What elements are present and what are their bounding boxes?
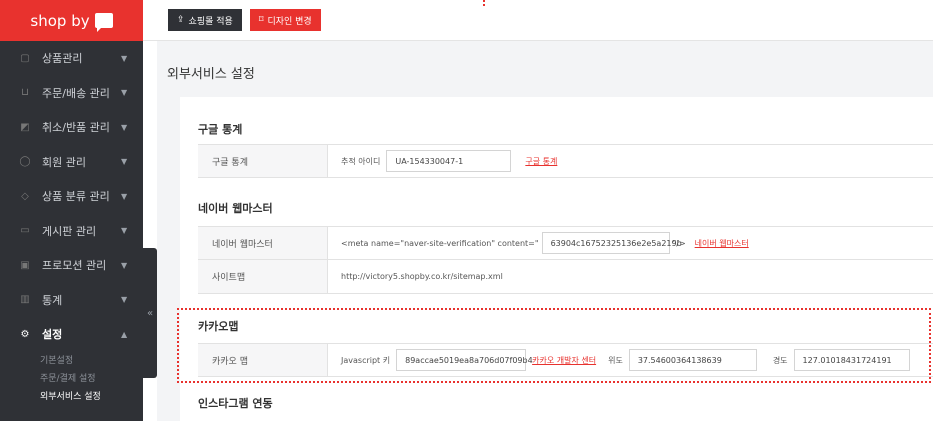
sidebar-item-label: 설정 bbox=[42, 328, 63, 342]
chart-icon: ▥ bbox=[20, 294, 30, 306]
submenu-item-external-services[interactable]: 외부서비스 설정 bbox=[40, 388, 143, 406]
tag-icon: ◇ bbox=[21, 190, 29, 202]
sidebar-item-promotions[interactable]: ▣ 프로모션 관리 ▼ bbox=[0, 248, 143, 283]
sidebar-item-label: 상품 분류 관리 bbox=[42, 190, 110, 204]
logo-text: shop by bbox=[30, 11, 90, 30]
sitemap-url[interactable]: http://victory5.shopby.co.kr/sitemap.xml bbox=[341, 272, 503, 281]
google-row-content: 추적 아이디 UA-154330047-1 구글 통계 bbox=[328, 145, 933, 177]
gift-icon: ▣ bbox=[20, 259, 30, 271]
sidebar-item-members[interactable]: ◯ 회원 관리 ▼ bbox=[0, 145, 143, 180]
sidebar-item-label: 주문/배송 관리 bbox=[42, 86, 110, 100]
chevron-down-icon: ▼ bbox=[121, 260, 128, 270]
sidebar-item-label: 통계 bbox=[42, 293, 63, 307]
sitemap-row: 사이트맵 http://victory5.shopby.co.kr/sitema… bbox=[198, 260, 933, 294]
naver-webmaster-link[interactable]: 네이버 웹마스터 bbox=[695, 238, 749, 249]
settings-submenu: 기본설정 주문/결제 설정 외부서비스 설정 bbox=[0, 352, 143, 406]
naver-verification-value: 63904c16752325136e2e5a219b bbox=[550, 238, 682, 248]
box-icon: ▢ bbox=[20, 52, 30, 64]
naver-verification-input[interactable]: 63904c16752325136e2e5a219b bbox=[541, 232, 682, 254]
board-icon: ▭ bbox=[20, 225, 30, 237]
naver-row-content: <meta name="naver-site-verification" con… bbox=[328, 227, 933, 259]
chevron-down-icon: ▼ bbox=[121, 157, 128, 167]
naver-row-label: 네이버 웹마스터 bbox=[198, 227, 328, 259]
submenu-item-basic[interactable]: 기본설정 bbox=[40, 352, 143, 370]
chevron-up-icon: ▲ bbox=[121, 329, 128, 339]
return-icon: ◩ bbox=[20, 121, 30, 133]
naver-meta-prefix: <meta name="naver-site-verification" con… bbox=[341, 238, 539, 248]
sidebar-menu: ▢ 상품관리 ▼ ⊔ 주문/배송 관리 ▼ ◩ 취소/반품 관리 ▼ ◯ 회원 … bbox=[0, 41, 143, 352]
sidebar-item-settings[interactable]: ⚙ 설정 ▲ bbox=[0, 317, 143, 352]
sidebar-item-label: 프로모션 관리 bbox=[42, 259, 107, 273]
chevron-down-icon: ▼ bbox=[121, 122, 128, 132]
instagram-section-title: 인스타그램 연동 bbox=[198, 397, 273, 410]
google-section-title: 구글 통계 bbox=[198, 123, 243, 136]
chevron-down-icon: ▼ bbox=[121, 53, 128, 63]
cart-icon: ⊔ bbox=[21, 87, 29, 99]
tracking-id-label: 추적 아이디 bbox=[341, 156, 381, 166]
double-chevron-left-icon: « bbox=[146, 307, 154, 319]
sidebar-collapse-button[interactable]: « bbox=[143, 248, 157, 378]
tracking-id-value: UA-154330047-1 bbox=[395, 156, 464, 166]
naver-row: 네이버 웹마스터 <meta name="naver-site-verifica… bbox=[198, 226, 933, 260]
submenu-item-order-payment[interactable]: 주문/결제 설정 bbox=[40, 370, 143, 388]
naver-meta-suffix: "/> bbox=[672, 238, 686, 248]
user-icon: ◯ bbox=[19, 156, 31, 168]
chevron-down-icon: ▼ bbox=[121, 226, 128, 236]
logo[interactable]: shop by bbox=[0, 0, 143, 41]
sidebar-item-boards[interactable]: ▭ 게시판 관리 ▼ bbox=[0, 214, 143, 249]
tracking-id-input[interactable]: UA-154330047-1 bbox=[386, 150, 512, 172]
sidebar-item-products[interactable]: ▢ 상품관리 ▼ bbox=[0, 41, 143, 76]
design-change-button[interactable]: ⌑ 디자인 변경 bbox=[249, 9, 321, 31]
gear-icon: ⚙ bbox=[20, 328, 30, 340]
sidebar-item-label: 회원 관리 bbox=[42, 155, 86, 169]
apply-shop-button[interactable]: ⇪ 쇼핑몰 적용 bbox=[168, 9, 242, 31]
logo-chat-icon bbox=[94, 13, 113, 32]
sidebar-item-label: 취소/반품 관리 bbox=[42, 121, 110, 135]
chevron-down-icon: ▼ bbox=[121, 191, 128, 201]
sidebar-item-orders[interactable]: ⊔ 주문/배송 관리 ▼ bbox=[0, 76, 143, 111]
topbar: ⇪ 쇼핑몰 적용 ⌑ 디자인 변경 bbox=[143, 0, 933, 41]
naver-section-title: 네이버 웹마스터 bbox=[198, 202, 273, 215]
google-row-label: 구글 통계 bbox=[198, 145, 328, 177]
sidebar-item-label: 상품관리 bbox=[42, 52, 83, 66]
google-row: 구글 통계 추적 아이디 UA-154330047-1 구글 통계 bbox=[198, 144, 933, 178]
google-analytics-link[interactable]: 구글 통계 bbox=[525, 156, 557, 167]
page-title: 외부서비스 설정 bbox=[167, 67, 255, 82]
sitemap-row-content: http://victory5.shopby.co.kr/sitemap.xml bbox=[328, 260, 933, 293]
kakao-highlight-box bbox=[177, 308, 931, 383]
sidebar-item-returns[interactable]: ◩ 취소/반품 관리 ▼ bbox=[0, 110, 143, 145]
frame-icon: ⌑ bbox=[258, 15, 264, 25]
highlight-marker bbox=[483, 0, 485, 6]
design-change-label: 디자인 변경 bbox=[267, 16, 312, 27]
chevron-down-icon: ▼ bbox=[121, 295, 128, 305]
sitemap-row-label: 사이트맵 bbox=[198, 260, 328, 293]
chevron-down-icon: ▼ bbox=[121, 88, 128, 98]
sidebar-item-categories[interactable]: ◇ 상품 분류 관리 ▼ bbox=[0, 179, 143, 214]
sidebar-item-label: 게시판 관리 bbox=[42, 224, 97, 238]
upload-icon: ⇪ bbox=[177, 15, 185, 25]
sidebar: shop by ▢ 상품관리 ▼ ⊔ 주문/배송 관리 ▼ ◩ 취소/반품 관리… bbox=[0, 0, 143, 421]
sidebar-item-statistics[interactable]: ▥ 통계 ▼ bbox=[0, 283, 143, 318]
apply-shop-label: 쇼핑몰 적용 bbox=[188, 16, 233, 27]
